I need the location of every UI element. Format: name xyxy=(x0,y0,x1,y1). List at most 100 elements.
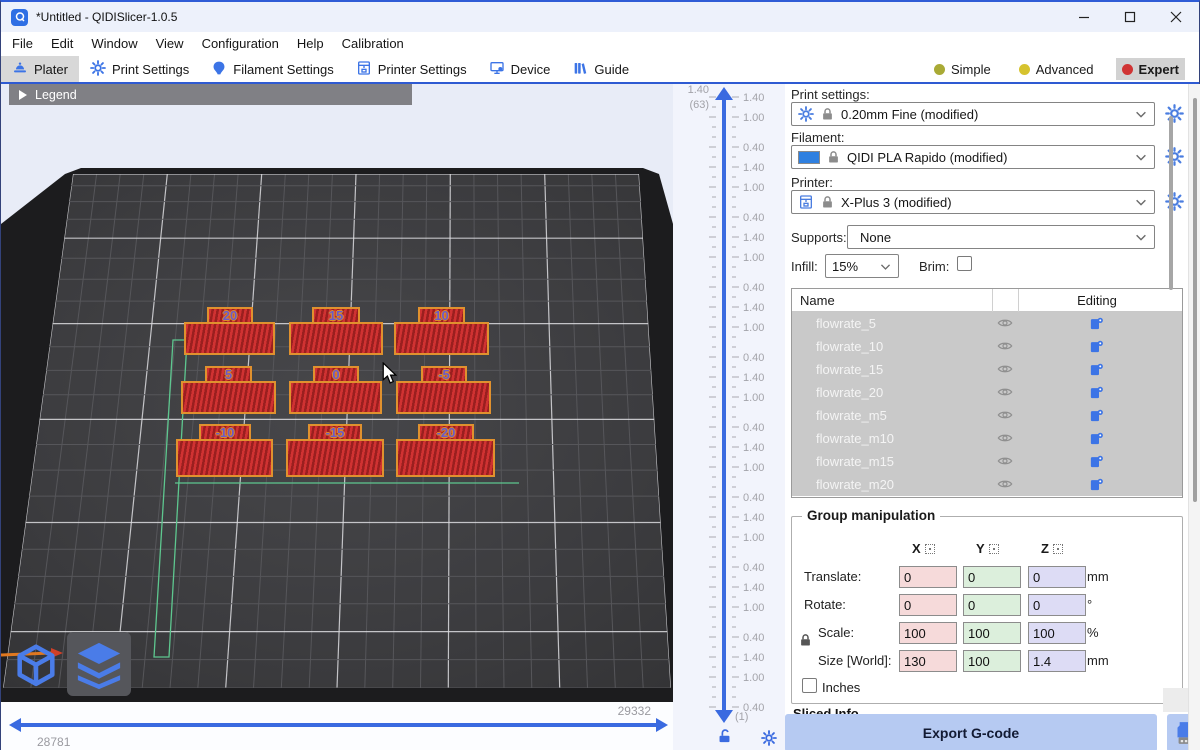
group-sizeworld-y-input[interactable] xyxy=(963,650,1021,672)
model-object-15[interactable]: 15 xyxy=(289,307,383,355)
viewport-3d[interactable]: Legend 20 1510 50 -5 -10-15-20 xyxy=(1,84,673,702)
group-scale-x-input[interactable] xyxy=(899,622,957,644)
edit-object-icon[interactable] xyxy=(1089,385,1104,403)
model-object-m10[interactable]: -10 xyxy=(176,424,273,477)
print-settings-combobox[interactable]: 0.20mm Fine (modified) xyxy=(791,102,1155,126)
infill-combobox[interactable]: 15% xyxy=(825,254,899,278)
panel-scrollbar-thumb[interactable] xyxy=(1193,98,1197,502)
mode-expert[interactable]: Expert xyxy=(1116,58,1185,80)
object-body[interactable] xyxy=(394,322,489,355)
group-scale-y-input[interactable] xyxy=(963,622,1021,644)
list-item[interactable]: flowrate_20 xyxy=(792,381,1182,404)
list-item[interactable]: flowrate_10 xyxy=(792,335,1182,358)
edit-object-icon[interactable] xyxy=(1089,362,1104,380)
legend-header[interactable]: Legend xyxy=(9,84,412,105)
visibility-eye-icon[interactable] xyxy=(997,453,1013,472)
list-item[interactable]: flowrate_15 xyxy=(792,358,1182,381)
panel-scrollbar[interactable] xyxy=(1188,84,1200,750)
object-body[interactable] xyxy=(181,381,276,414)
visibility-eye-icon[interactable] xyxy=(997,315,1013,334)
inches-checkbox[interactable] xyxy=(802,678,817,693)
model-object-m20[interactable]: -20 xyxy=(396,424,495,477)
group-rotate-x-input[interactable] xyxy=(899,594,957,616)
tab-filament-settings[interactable]: Filament Settings xyxy=(200,56,344,82)
menu-item-file[interactable]: File xyxy=(3,32,42,56)
model-object-m5[interactable]: -5 xyxy=(396,366,491,414)
object-body[interactable] xyxy=(176,439,273,477)
model-object-10[interactable]: 10 xyxy=(394,307,489,355)
visibility-eye-icon[interactable] xyxy=(997,407,1013,426)
object-body[interactable] xyxy=(396,381,491,414)
moves-slider-track[interactable] xyxy=(1,702,673,750)
group-translate-x-input[interactable] xyxy=(899,566,957,588)
edit-object-icon[interactable] xyxy=(1089,408,1104,426)
tab-print-settings[interactable]: Print Settings xyxy=(79,56,200,82)
menu-item-edit[interactable]: Edit xyxy=(42,32,82,56)
object-body[interactable] xyxy=(289,322,383,355)
menu-item-view[interactable]: View xyxy=(147,32,193,56)
list-item[interactable]: flowrate_m5 xyxy=(792,404,1182,427)
supports-combobox[interactable]: None xyxy=(847,225,1155,249)
list-item[interactable]: flowrate_m10 xyxy=(792,427,1182,450)
layer-slider-track[interactable]: 1.401.000.401.401.000.401.401.000.401.40… xyxy=(673,84,785,750)
visibility-eye-icon[interactable] xyxy=(997,361,1013,380)
group-sizeworld-z-input[interactable] xyxy=(1028,650,1086,672)
tab-plater[interactable]: Plater xyxy=(1,56,79,82)
uniform-scale-lock-icon[interactable] xyxy=(798,633,813,651)
maximize-button[interactable] xyxy=(1107,2,1153,32)
edit-object-icon[interactable] xyxy=(1089,431,1104,449)
group-rotate-z-input[interactable] xyxy=(1028,594,1086,616)
svg-text:0.40: 0.40 xyxy=(743,422,764,434)
visibility-eye-icon[interactable] xyxy=(997,384,1013,403)
object-body[interactable] xyxy=(396,439,495,477)
editor-view-button[interactable] xyxy=(7,632,65,694)
group-sizeworld-x-input[interactable] xyxy=(899,650,957,672)
tab-printer-settings[interactable]: Printer Settings xyxy=(345,56,478,82)
group-translate-z-input[interactable] xyxy=(1028,566,1086,588)
mode-simple[interactable]: Simple xyxy=(928,58,997,80)
object-body[interactable] xyxy=(289,381,382,414)
model-object-0[interactable]: 0 xyxy=(289,366,382,414)
group-scale-z-input[interactable] xyxy=(1028,622,1086,644)
filament-combobox[interactable]: QIDI PLA Rapido (modified) xyxy=(791,145,1155,169)
chevron-down-icon xyxy=(1134,107,1148,121)
menu-item-window[interactable]: Window xyxy=(82,32,146,56)
close-button[interactable] xyxy=(1153,2,1199,32)
slider-settings-gear-icon[interactable] xyxy=(761,730,777,749)
menu-item-help[interactable]: Help xyxy=(288,32,333,56)
group-rotate-y-input[interactable] xyxy=(963,594,1021,616)
minimize-button[interactable] xyxy=(1061,2,1107,32)
export-gcode-button[interactable]: Export G-code xyxy=(785,714,1157,750)
menu-item-calibration[interactable]: Calibration xyxy=(333,32,413,56)
tab-device[interactable]: Device xyxy=(478,56,562,82)
object-body[interactable] xyxy=(286,439,384,477)
list-item[interactable]: flowrate_5 xyxy=(792,312,1182,335)
list-item[interactable]: flowrate_m15 xyxy=(792,450,1182,473)
print-settings-label: Print settings: xyxy=(791,87,870,102)
group-translate-y-input[interactable] xyxy=(963,566,1021,588)
model-object-m15[interactable]: -15 xyxy=(286,424,384,477)
model-object-5[interactable]: 5 xyxy=(181,366,276,414)
print-settings-gear-button[interactable] xyxy=(1165,104,1185,124)
tab-guide[interactable]: Guide xyxy=(561,56,640,82)
model-object-20[interactable]: 20 xyxy=(184,307,275,355)
printer-combobox[interactable]: X-Plus 3 (modified) xyxy=(791,190,1155,214)
edit-object-icon[interactable] xyxy=(1089,316,1104,334)
brim-checkbox[interactable] xyxy=(957,256,972,271)
lock-open-icon[interactable] xyxy=(716,728,733,748)
list-item[interactable]: flowrate_m20 xyxy=(792,473,1182,496)
visibility-eye-icon[interactable] xyxy=(997,430,1013,449)
printer-gear-button[interactable] xyxy=(1165,192,1185,212)
object-list-scrollbar[interactable] xyxy=(1169,116,1173,290)
visibility-eye-icon[interactable] xyxy=(997,476,1013,495)
mode-advanced[interactable]: Advanced xyxy=(1013,58,1100,80)
preview-view-button[interactable] xyxy=(67,632,131,696)
edit-object-icon[interactable] xyxy=(1089,477,1104,495)
object-body[interactable] xyxy=(184,322,275,355)
edit-object-icon[interactable] xyxy=(1089,339,1104,357)
edit-object-icon[interactable] xyxy=(1089,454,1104,472)
menu-item-configuration[interactable]: Configuration xyxy=(193,32,288,56)
visibility-eye-icon[interactable] xyxy=(997,338,1013,357)
flowrate-value-label: 20 xyxy=(223,308,237,323)
filament-gear-button[interactable] xyxy=(1165,147,1185,167)
